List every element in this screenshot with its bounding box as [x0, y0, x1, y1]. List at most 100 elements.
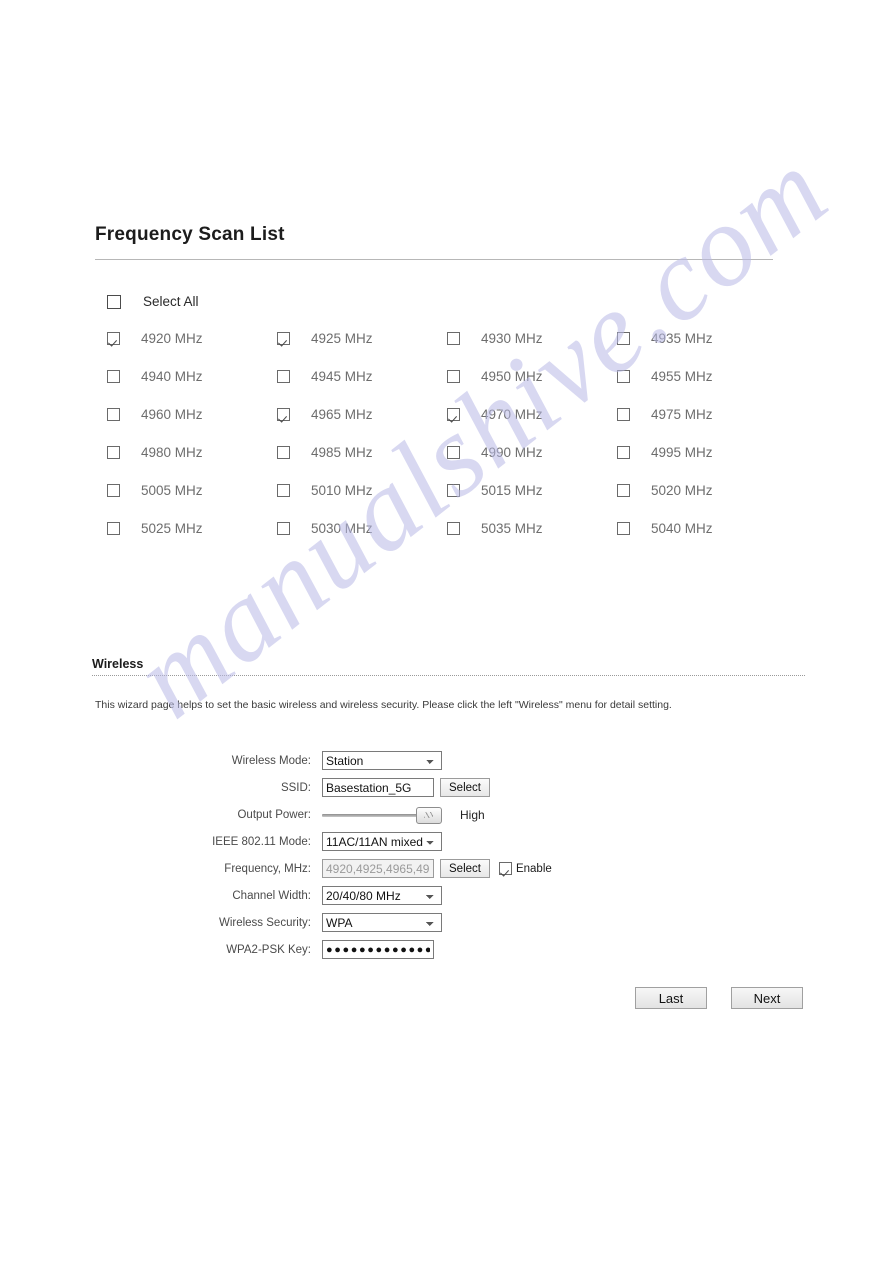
wireless-section-title: Wireless — [92, 657, 144, 671]
ssid-input[interactable] — [322, 778, 434, 797]
frequency-label: 4985 MHz — [311, 445, 373, 460]
frequency-item[interactable]: 4985 MHz — [277, 445, 447, 460]
frequency-enable-toggle[interactable]: Enable — [498, 862, 552, 875]
frequency-label: 4950 MHz — [481, 369, 543, 384]
frequency-checkbox[interactable] — [447, 370, 460, 383]
wireless-mode-select[interactable]: Station — [322, 751, 442, 770]
frequency-item[interactable]: 4945 MHz — [277, 369, 447, 384]
frequency-checkbox[interactable] — [617, 408, 630, 421]
frequency-checkbox[interactable] — [277, 370, 290, 383]
frequency-row: 5025 MHz 5030 MHz 5035 MHz 5040 MHz — [107, 521, 787, 559]
frequency-checkbox[interactable] — [447, 332, 460, 345]
frequency-item[interactable]: 4975 MHz — [617, 407, 787, 422]
frequency-label: 4940 MHz — [141, 369, 203, 384]
ssid-label: SSID: — [280, 781, 311, 794]
frequency-checkbox[interactable] — [617, 522, 630, 535]
frequency-item[interactable]: 4920 MHz — [107, 331, 277, 346]
frequency-item[interactable]: 4960 MHz — [107, 407, 277, 422]
field-channel-width: Channel Width: 20/40/80 MHz — [0, 882, 893, 909]
select-all-label: Select All — [143, 294, 199, 309]
frequency-item[interactable]: 4965 MHz — [277, 407, 447, 422]
frequency-item[interactable]: 4955 MHz — [617, 369, 787, 384]
output-power-slider[interactable] — [322, 805, 442, 824]
frequency-label: 5020 MHz — [651, 483, 713, 498]
frequency-item[interactable]: 4940 MHz — [107, 369, 277, 384]
next-button[interactable]: Next — [731, 987, 803, 1009]
frequency-label: 4945 MHz — [311, 369, 373, 384]
slider-thumb[interactable] — [416, 807, 442, 824]
frequency-checkbox[interactable] — [107, 484, 120, 497]
frequency-item[interactable]: 5020 MHz — [617, 483, 787, 498]
frequency-item[interactable]: 4990 MHz — [447, 445, 617, 460]
wpa-key-label: WPA2-PSK Key: — [226, 943, 311, 956]
frequency-checkbox[interactable] — [107, 522, 120, 535]
frequency-item[interactable]: 5030 MHz — [277, 521, 447, 536]
frequency-label: 4920 MHz — [141, 331, 203, 346]
last-button[interactable]: Last — [635, 987, 707, 1009]
frequency-label: 4925 MHz — [311, 331, 373, 346]
frequency-checkbox[interactable] — [107, 446, 120, 459]
frequency-label: 5035 MHz — [481, 521, 543, 536]
frequency-label: 5025 MHz — [141, 521, 203, 536]
wireless-mode-label: Wireless Mode: — [231, 754, 311, 767]
frequency-item[interactable]: 5040 MHz — [617, 521, 787, 536]
frequency-checkbox[interactable] — [277, 522, 290, 535]
frequency-checkbox[interactable] — [447, 446, 460, 459]
frequency-label: 4975 MHz — [651, 407, 713, 422]
frequency-item[interactable]: 5015 MHz — [447, 483, 617, 498]
frequency-grid: 4920 MHz 4925 MHz 4930 MHz 4935 MHz 4940… — [107, 331, 787, 559]
frequency-label: 4955 MHz — [651, 369, 713, 384]
frequency-item[interactable]: 5005 MHz — [107, 483, 277, 498]
frequency-checkbox[interactable] — [617, 484, 630, 497]
select-all-checkbox[interactable] — [107, 294, 121, 309]
wizard-button-row: Last Next — [0, 987, 893, 1009]
ieee-mode-select[interactable]: 11AC/11AN mixed — [322, 832, 442, 851]
frequency-item[interactable]: 4950 MHz — [447, 369, 617, 384]
frequency-checkbox[interactable] — [447, 522, 460, 535]
frequency-row: 4920 MHz 4925 MHz 4930 MHz 4935 MHz — [107, 331, 787, 369]
frequency-item[interactable]: 4925 MHz — [277, 331, 447, 346]
frequency-checkbox[interactable] — [277, 484, 290, 497]
field-wireless-security: Wireless Security: WPA — [0, 909, 893, 936]
frequency-label: 4980 MHz — [141, 445, 203, 460]
frequency-item[interactable]: 4980 MHz — [107, 445, 277, 460]
frequency-label: 4930 MHz — [481, 331, 543, 346]
channel-width-select[interactable]: 20/40/80 MHz — [322, 886, 442, 905]
frequency-checkbox[interactable] — [447, 484, 460, 497]
wpa-key-input[interactable] — [322, 940, 434, 959]
frequency-label: 4990 MHz — [481, 445, 543, 460]
frequency-item[interactable]: 4930 MHz — [447, 331, 617, 346]
field-ssid: SSID: Select — [0, 774, 893, 801]
frequency-item[interactable]: 4995 MHz — [617, 445, 787, 460]
field-wireless-mode: Wireless Mode: Station — [0, 747, 893, 774]
wireless-security-select[interactable]: WPA — [322, 913, 442, 932]
frequency-checkbox[interactable] — [107, 332, 120, 345]
frequency-label: 5040 MHz — [651, 521, 713, 536]
frequency-checkbox[interactable] — [617, 446, 630, 459]
frequency-label: 5030 MHz — [311, 521, 373, 536]
frequency-checkbox[interactable] — [277, 446, 290, 459]
frequency-checkbox[interactable] — [107, 370, 120, 383]
frequency-item[interactable]: 4970 MHz — [447, 407, 617, 422]
ieee-mode-label: IEEE 802.11 Mode: — [212, 835, 311, 848]
frequency-item[interactable]: 5010 MHz — [277, 483, 447, 498]
frequency-row: 4980 MHz 4985 MHz 4990 MHz 4995 MHz — [107, 445, 787, 483]
frequency-item[interactable]: 4935 MHz — [617, 331, 787, 346]
frequency-enable-checkbox[interactable] — [498, 862, 512, 875]
frequency-checkbox[interactable] — [277, 408, 290, 421]
frequency-checkbox[interactable] — [107, 408, 120, 421]
frequency-checkbox[interactable] — [447, 408, 460, 421]
page-title: Frequency Scan List — [95, 224, 285, 245]
wireless-form: Wireless Mode: Station SSID: Select Outp… — [0, 747, 893, 963]
frequency-checkbox[interactable] — [617, 370, 630, 383]
frequency-label: 4995 MHz — [651, 445, 713, 460]
frequency-item[interactable]: 5035 MHz — [447, 521, 617, 536]
ssid-select-button[interactable]: Select — [440, 778, 490, 797]
frequency-item[interactable]: 5025 MHz — [107, 521, 277, 536]
frequency-row: 4940 MHz 4945 MHz 4950 MHz 4955 MHz — [107, 369, 787, 407]
frequency-checkbox[interactable] — [617, 332, 630, 345]
frequency-checkbox[interactable] — [277, 332, 290, 345]
select-all-row[interactable]: Select All — [107, 294, 199, 309]
frequency-input[interactable] — [322, 859, 434, 878]
frequency-select-button[interactable]: Select — [440, 859, 490, 878]
